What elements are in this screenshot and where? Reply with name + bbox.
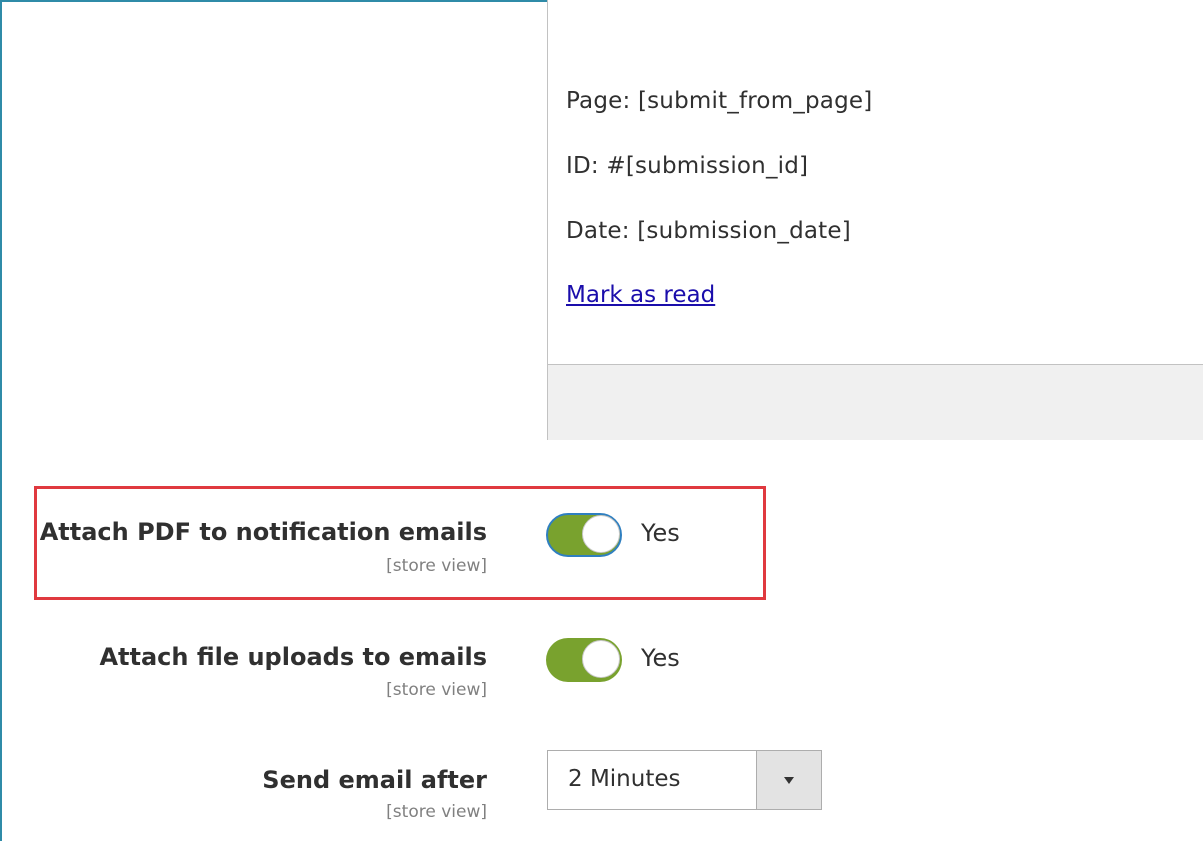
attach-uploads-toggle-label: Yes [641,644,680,672]
toggle-knob [582,515,620,553]
chevron-down-icon [784,777,794,784]
send-after-scope: [store view] [386,802,487,822]
email-template-preview: Page: [submit_from_page] ID: #[submissio… [547,0,1203,440]
preview-page-line: Page: [submit_from_page] [566,88,873,114]
attach-pdf-toggle[interactable] [546,513,622,557]
send-after-selected-value: 2 Minutes [568,766,681,792]
toggle-knob [582,640,620,678]
attach-uploads-label: Attach file uploads to emails [99,643,487,671]
attach-uploads-scope: [store view] [386,680,487,700]
preview-footer [548,364,1203,440]
send-after-label: Send email after [262,766,487,794]
send-after-select[interactable]: 2 Minutes [547,750,822,810]
preview-date-line: Date: [submission_date] [566,218,851,244]
select-dropdown-button[interactable] [756,751,821,809]
attach-uploads-toggle[interactable] [546,638,622,682]
mark-as-read-link[interactable]: Mark as read [566,282,715,308]
attach-pdf-toggle-label: Yes [641,519,680,547]
attach-pdf-label: Attach PDF to notification emails [39,518,487,546]
preview-id-line: ID: #[submission_id] [566,153,809,179]
attach-pdf-scope: [store view] [386,556,487,576]
